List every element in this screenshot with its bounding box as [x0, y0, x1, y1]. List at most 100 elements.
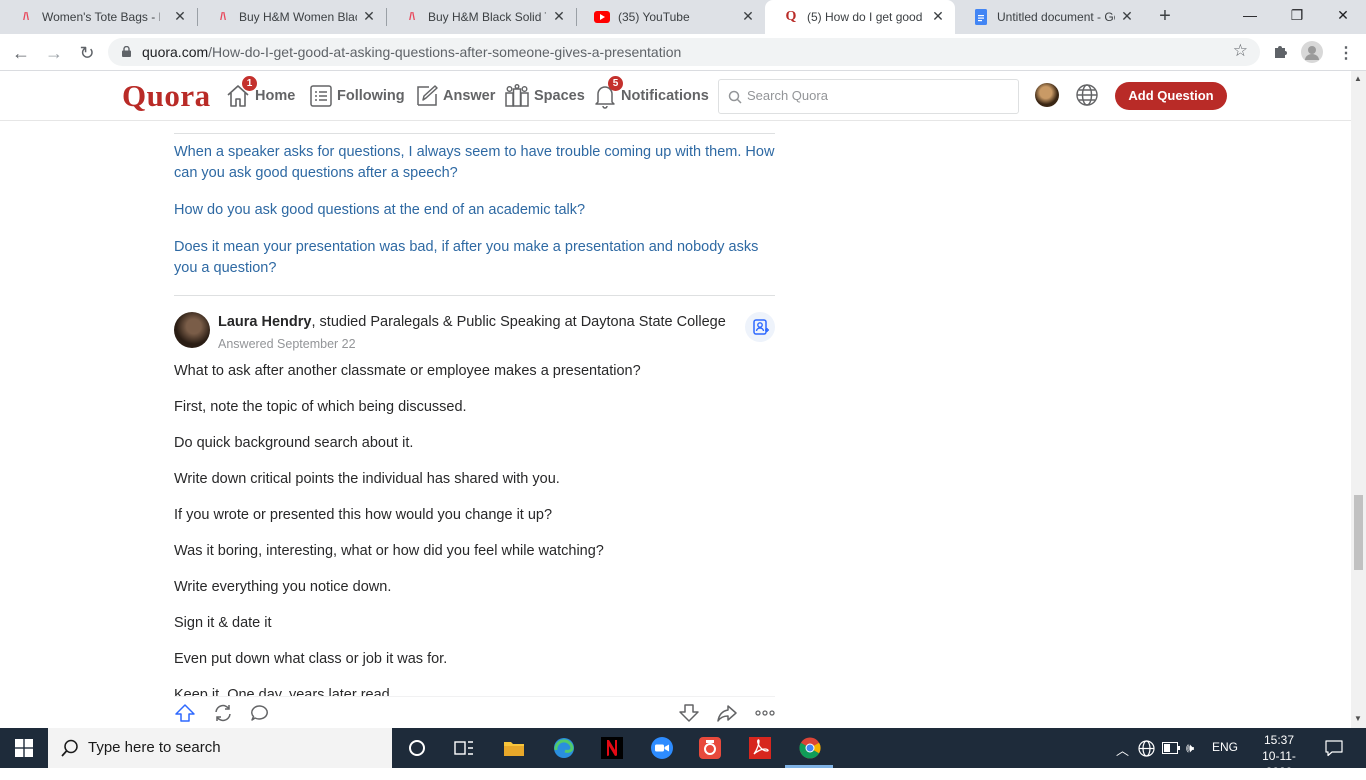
- zoom-icon[interactable]: [650, 736, 674, 760]
- scrollbar-thumb[interactable]: [1354, 495, 1363, 570]
- nav-home[interactable]: Home 1: [225, 76, 296, 110]
- battery-icon[interactable]: [1162, 742, 1180, 754]
- system-clock[interactable]: 15:37 10-11-2020: [1249, 732, 1309, 780]
- search-icon: [728, 90, 742, 104]
- clock-date: 10-11-2020: [1262, 749, 1296, 779]
- answer-action-bar: [174, 696, 775, 728]
- minimize-icon[interactable]: —: [1240, 5, 1260, 25]
- answer-paragraph: First, note the topic of which being dis…: [174, 399, 467, 415]
- network-globe-icon[interactable]: [1138, 740, 1155, 757]
- home-badge: 1: [242, 76, 257, 91]
- author-avatar[interactable]: [174, 312, 210, 348]
- close-tab-icon[interactable]: ✕: [173, 9, 187, 23]
- search-input[interactable]: [747, 88, 1007, 103]
- restore-icon[interactable]: ❐: [1287, 5, 1307, 25]
- divider: [174, 133, 775, 134]
- close-tab-icon[interactable]: ✕: [931, 9, 945, 23]
- browser-tab[interactable]: /\ Buy H&M Women Black ✕: [197, 0, 386, 34]
- scroll-up-arrow-icon[interactable]: ▲: [1354, 74, 1362, 83]
- camera-app-icon[interactable]: [698, 736, 722, 760]
- browser-tab[interactable]: Untitled document - Go ✕: [955, 0, 1144, 34]
- follow-user-icon: [753, 319, 769, 335]
- search-icon: [61, 739, 78, 757]
- related-question-link[interactable]: Does it mean your presentation was bad, …: [174, 237, 775, 279]
- share-icon[interactable]: [716, 703, 738, 723]
- tab-title: Untitled document - Go: [997, 10, 1115, 24]
- author-name[interactable]: Laura Hendry: [218, 314, 311, 330]
- answered-date[interactable]: Answered September 22: [218, 337, 356, 351]
- divider: [174, 295, 775, 296]
- browser-tab[interactable]: /\ Buy H&M Black Solid To ✕: [386, 0, 576, 34]
- notification-center-icon[interactable]: [1325, 739, 1343, 757]
- myntra-icon: /\: [219, 11, 227, 23]
- lock-icon: [122, 46, 131, 57]
- answer-paragraph: Write everything you notice down.: [174, 579, 392, 595]
- nav-home-label: Home: [255, 88, 296, 104]
- nav-spaces[interactable]: Spaces: [504, 82, 585, 110]
- edge-browser-icon[interactable]: [552, 736, 576, 760]
- address-bar[interactable]: quora.com/How-do-I-get-good-at-asking-qu…: [108, 38, 1260, 66]
- acrobat-reader-icon[interactable]: [748, 736, 772, 760]
- close-tab-icon[interactable]: ✕: [1120, 9, 1134, 23]
- cortana-icon[interactable]: [405, 736, 429, 760]
- reload-icon[interactable]: ↻: [75, 41, 99, 65]
- nav-notifications[interactable]: Notifications 5: [593, 76, 709, 110]
- author-credential: , studied Paralegals & Public Speaking a…: [311, 314, 726, 330]
- close-tab-icon[interactable]: ✕: [362, 9, 376, 23]
- browser-tab[interactable]: /\ Women's Tote Bags - Buy ✕: [0, 0, 197, 34]
- follow-author-button[interactable]: [745, 312, 775, 342]
- answer-paragraph: If you wrote or presented this how would…: [174, 507, 553, 523]
- windows-logo-icon: [15, 739, 33, 757]
- taskbar-search-box[interactable]: Type here to search: [48, 728, 392, 768]
- profile-avatar-icon[interactable]: [1301, 41, 1323, 68]
- netflix-icon[interactable]: [600, 736, 624, 760]
- show-hidden-icons-icon[interactable]: ︿: [1116, 740, 1129, 759]
- upvote-icon[interactable]: [174, 703, 196, 723]
- related-question-link[interactable]: How do you ask good questions at the end…: [174, 200, 775, 221]
- browser-tab-active[interactable]: Q (5) How do I get good at ✕: [765, 0, 955, 34]
- globe-language-icon[interactable]: [1075, 83, 1099, 107]
- bookmark-star-icon[interactable]: ☆: [1233, 41, 1248, 61]
- browser-tab[interactable]: (35) YouTube ✕: [576, 0, 765, 34]
- answer-paragraph: What to ask after another classmate or e…: [174, 363, 641, 379]
- answer-paragraph: Write down critical points the individua…: [174, 471, 560, 487]
- youtube-icon: [594, 9, 610, 25]
- chrome-icon[interactable]: [798, 736, 822, 760]
- comment-icon[interactable]: [249, 703, 271, 723]
- nav-notifications-label: Notifications: [621, 88, 709, 104]
- close-window-icon[interactable]: ✕: [1333, 5, 1353, 25]
- page-scrollbar[interactable]: ▲ ▼: [1351, 71, 1366, 728]
- file-explorer-icon[interactable]: [502, 736, 526, 760]
- back-icon[interactable]: ←: [9, 41, 33, 65]
- quora-logo[interactable]: Quora: [122, 78, 211, 114]
- nav-following[interactable]: Following: [309, 82, 405, 110]
- close-tab-icon[interactable]: ✕: [552, 9, 566, 23]
- tab-title: Women's Tote Bags - Buy: [42, 10, 160, 24]
- new-tab-icon[interactable]: +: [1155, 6, 1175, 26]
- answer-paragraph: Was it boring, interesting, what or how …: [174, 543, 604, 559]
- tab-title: Buy H&M Black Solid To: [428, 10, 546, 24]
- share-reshare-icon[interactable]: [212, 703, 234, 723]
- more-options-icon[interactable]: [754, 703, 776, 723]
- scroll-down-arrow-icon[interactable]: ▼: [1354, 714, 1362, 723]
- main-content: When a speaker asks for questions, I alw…: [174, 121, 775, 728]
- related-question-link[interactable]: When a speaker asks for questions, I alw…: [174, 142, 775, 184]
- close-tab-icon[interactable]: ✕: [741, 9, 755, 23]
- user-avatar[interactable]: [1035, 83, 1059, 107]
- url-text: quora.com/How-do-I-get-good-at-asking-qu…: [142, 44, 682, 60]
- nav-answer[interactable]: Answer: [415, 82, 495, 110]
- language-indicator[interactable]: ENG: [1212, 740, 1238, 754]
- downvote-icon[interactable]: [678, 703, 700, 723]
- browser-menu-icon[interactable]: ⋮: [1338, 43, 1354, 63]
- extensions-icon[interactable]: [1272, 43, 1288, 64]
- task-view-icon[interactable]: [452, 736, 476, 760]
- tab-title: (35) YouTube: [618, 10, 690, 24]
- myntra-icon: /\: [22, 11, 30, 23]
- volume-icon[interactable]: 🕪: [1186, 740, 1194, 756]
- clock-time: 15:37: [1263, 733, 1295, 747]
- start-button[interactable]: [0, 728, 48, 768]
- answer-pencil-icon: [417, 85, 438, 106]
- forward-icon[interactable]: →: [42, 41, 66, 65]
- quora-search-box[interactable]: [718, 79, 1019, 114]
- add-question-button[interactable]: Add Question: [1115, 82, 1227, 110]
